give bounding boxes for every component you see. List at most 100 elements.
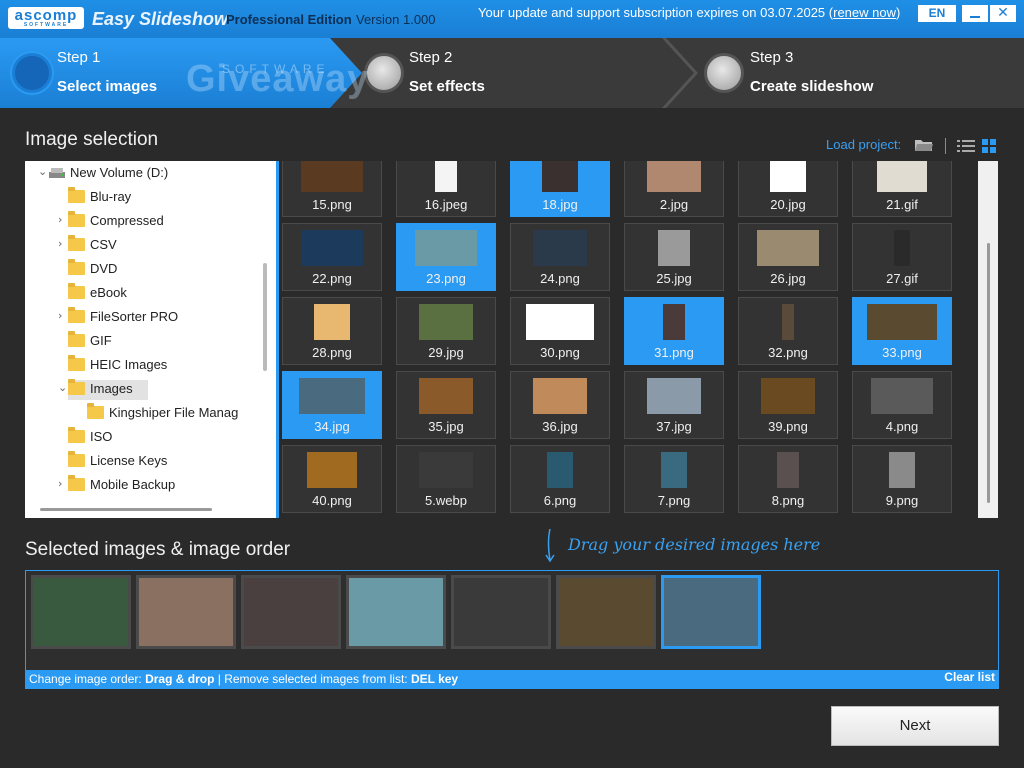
- selected-image-thumb[interactable]: [661, 575, 761, 649]
- image-thumbnail[interactable]: 6.png: [510, 445, 610, 513]
- clear-list-button[interactable]: Clear list: [944, 670, 995, 684]
- image-thumbnail[interactable]: 7.png: [624, 445, 724, 513]
- close-icon: ✕: [997, 5, 1009, 21]
- image-thumbnail[interactable]: 2.jpg: [624, 161, 724, 217]
- image-thumbnail[interactable]: 5.webp: [396, 445, 496, 513]
- folder-icon: [68, 331, 85, 347]
- load-project-label[interactable]: Load project:: [826, 137, 901, 152]
- image-thumbnail[interactable]: 32.png: [738, 297, 838, 365]
- selected-image-thumb[interactable]: [346, 575, 446, 649]
- selected-image-preview: [664, 578, 758, 646]
- image-thumbnail[interactable]: 4.png: [852, 371, 952, 439]
- selected-image-thumb[interactable]: [556, 575, 656, 649]
- selected-image-preview: [454, 578, 548, 646]
- image-thumbnail[interactable]: 28.png: [282, 297, 382, 365]
- version-label: Version 1.000: [356, 12, 436, 27]
- image-thumbnail[interactable]: 15.png: [282, 161, 382, 217]
- thumbnail-image: [533, 230, 587, 266]
- image-thumbnail[interactable]: 34.jpg: [282, 371, 382, 439]
- image-thumbnail[interactable]: 20.jpg: [738, 161, 838, 217]
- image-thumbnail[interactable]: 25.jpg: [624, 223, 724, 291]
- step-2-indicator[interactable]: [364, 53, 404, 93]
- image-thumbnail[interactable]: 39.png: [738, 371, 838, 439]
- image-thumbnail[interactable]: 26.jpg: [738, 223, 838, 291]
- image-thumbnail[interactable]: 21.gif: [852, 161, 952, 217]
- thumbnail-filename: 21.gif: [886, 197, 918, 212]
- image-thumbnail[interactable]: 31.png: [624, 297, 724, 365]
- step-3-label[interactable]: Create slideshow: [750, 78, 873, 95]
- renew-now-link[interactable]: renew now: [833, 5, 896, 20]
- thumbnail-image: [658, 230, 690, 266]
- minimize-button[interactable]: [962, 5, 988, 22]
- tree-expander-icon[interactable]: ›: [58, 309, 62, 322]
- grid-scroll-thumb[interactable]: [987, 243, 990, 503]
- image-grid[interactable]: 15.png 16.jpeg 18.jpg 2.jpg 20.jpg 21.gif 22.p…: [276, 161, 998, 518]
- thumbnail-filename: 25.jpg: [656, 271, 692, 286]
- thumbnail-filename: 7.png: [657, 493, 691, 508]
- thumbnail-filename: 24.png: [540, 271, 580, 286]
- language-button[interactable]: EN: [918, 5, 956, 22]
- next-button[interactable]: Next: [831, 706, 999, 746]
- step-2-label[interactable]: Set effects: [409, 78, 485, 95]
- tree-expander-icon[interactable]: ›: [58, 213, 62, 226]
- thumbnail-image: [761, 378, 815, 414]
- list-view-icon[interactable]: [957, 139, 975, 153]
- thumbnail-filename: 33.png: [882, 345, 922, 360]
- selected-images-strip[interactable]: [25, 570, 999, 672]
- grid-view-icon[interactable]: [982, 139, 996, 153]
- selected-image-thumb[interactable]: [451, 575, 551, 649]
- folder-icon: [87, 403, 104, 419]
- tree-item[interactable]: ⌄ Images: [58, 379, 148, 400]
- tree-expander-icon[interactable]: ⌄: [38, 165, 47, 178]
- folder-icon: [68, 451, 85, 467]
- image-thumbnail[interactable]: 8.png: [738, 445, 838, 513]
- image-thumbnail[interactable]: 16.jpeg: [396, 161, 496, 217]
- image-thumbnail[interactable]: 24.png: [510, 223, 610, 291]
- step-1-indicator: [12, 53, 52, 93]
- open-folder-icon[interactable]: [914, 137, 934, 153]
- image-thumbnail[interactable]: 27.gif: [852, 223, 952, 291]
- image-thumbnail[interactable]: 18.jpg: [510, 161, 610, 217]
- thumbnail-image: [299, 378, 365, 414]
- edition-label: Professional Edition: [226, 12, 352, 27]
- image-thumbnail[interactable]: 40.png: [282, 445, 382, 513]
- thumbnail-image: [782, 304, 794, 340]
- tree-item-label: Images: [90, 381, 133, 396]
- thumbnail-filename: 29.jpg: [428, 345, 464, 360]
- thumbnail-image: [419, 304, 473, 340]
- selected-image-thumb[interactable]: [136, 575, 236, 649]
- image-thumbnail[interactable]: 30.png: [510, 297, 610, 365]
- folder-tree[interactable]: ⌄ New Volume (D:) Blu-ray › Compressed › CSV DV…: [25, 161, 276, 518]
- image-thumbnail[interactable]: 9.png: [852, 445, 952, 513]
- tree-expander-icon[interactable]: ›: [58, 237, 62, 250]
- minimize-icon: [970, 16, 980, 18]
- tree-expander-icon[interactable]: ›: [58, 477, 62, 490]
- image-thumbnail[interactable]: 22.png: [282, 223, 382, 291]
- folder-icon: [68, 355, 85, 371]
- selected-image-preview: [139, 578, 233, 646]
- thumbnail-filename: 4.png: [885, 419, 919, 434]
- tree-vertical-scrollbar[interactable]: [263, 263, 267, 371]
- tree-horizontal-scrollbar[interactable]: [40, 508, 212, 511]
- image-thumbnail[interactable]: 33.png: [852, 297, 952, 365]
- image-thumbnail[interactable]: 37.jpg: [624, 371, 724, 439]
- step-3-indicator[interactable]: [704, 53, 744, 93]
- close-button[interactable]: ✕: [990, 5, 1016, 22]
- thumbnail-filename: 18.jpg: [542, 197, 578, 212]
- folder-icon: [68, 259, 85, 275]
- thumbnail-filename: 32.png: [768, 345, 808, 360]
- image-thumbnail[interactable]: 23.png: [396, 223, 496, 291]
- tree-item-label: Mobile Backup: [90, 477, 176, 492]
- image-thumbnail[interactable]: 36.jpg: [510, 371, 610, 439]
- tree-item-label: HEIC Images: [90, 357, 168, 372]
- thumbnail-filename: 16.jpeg: [424, 197, 468, 212]
- selected-image-thumb[interactable]: [31, 575, 131, 649]
- tree-expander-icon[interactable]: ⌄: [58, 381, 67, 394]
- image-thumbnail[interactable]: 29.jpg: [396, 297, 496, 365]
- selected-image-thumb[interactable]: [241, 575, 341, 649]
- grid-scrollbar[interactable]: [978, 161, 998, 518]
- image-thumbnail[interactable]: 35.jpg: [396, 371, 496, 439]
- thumbnail-image: [547, 452, 573, 488]
- folder-icon: [68, 187, 85, 203]
- thumbnail-filename: 36.jpg: [542, 419, 578, 434]
